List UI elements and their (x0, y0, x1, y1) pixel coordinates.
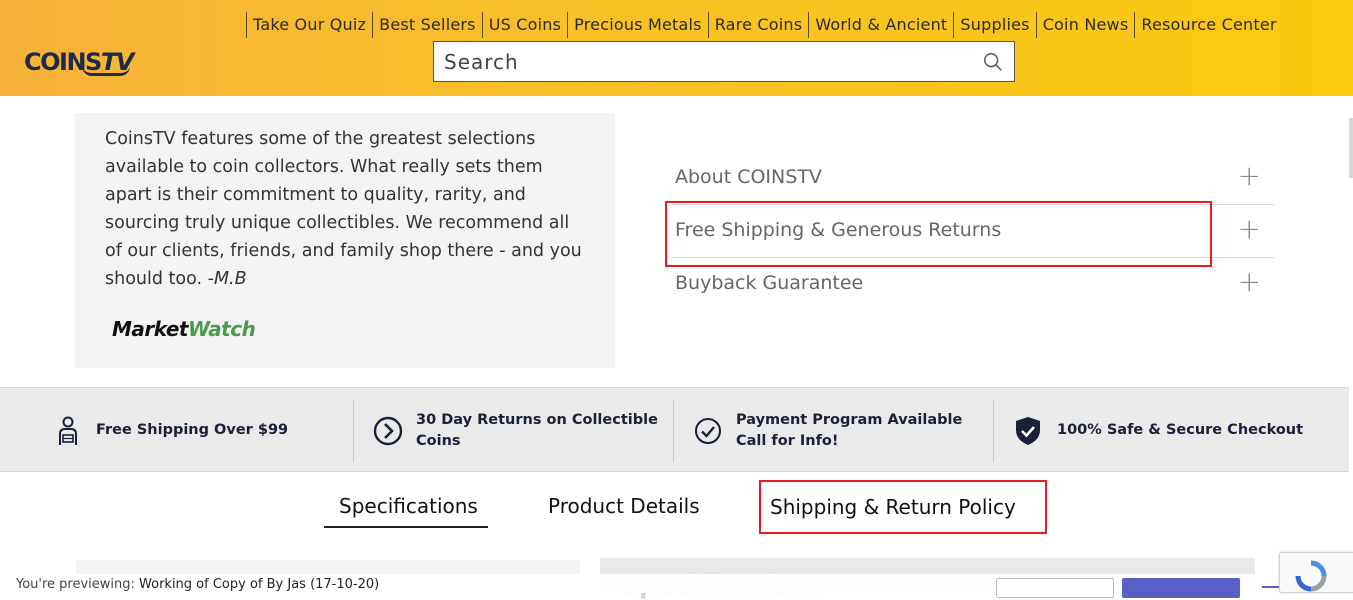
benefit-text: Free Shipping Over $99 (96, 422, 289, 438)
marketwatch-logo: MarketWatch (112, 317, 256, 341)
page-scrollbar[interactable] (1349, 118, 1353, 178)
nav-world-ancient[interactable]: World & Ancient (808, 12, 953, 38)
search-input[interactable] (434, 42, 974, 81)
accordion-label: About COINSTV (675, 166, 822, 188)
nav-coin-news[interactable]: Coin News (1035, 12, 1135, 38)
benefit-payment-program: Payment Program Available Call for Info! (694, 388, 962, 473)
nav-us-coins[interactable]: US Coins (481, 12, 567, 38)
tab-product-details[interactable]: Product Details (548, 494, 700, 518)
plus-icon[interactable]: + (1238, 268, 1261, 296)
benefit-text: 100% Safe & Secure Checkout (1057, 422, 1304, 438)
benefits-bar: Free Shipping Over $99 30 Day Returns on… (0, 387, 1349, 472)
benefit-secure-checkout: 100% Safe & Secure Checkout (1014, 388, 1303, 473)
plus-icon[interactable]: + (1238, 162, 1261, 190)
plus-icon[interactable]: + (1238, 215, 1261, 243)
main-nav: Take Our Quiz Best Sellers US Coins Prec… (246, 12, 1283, 38)
nav-precious-metals[interactable]: Precious Metals (567, 12, 708, 38)
quote-author: -M.B (207, 269, 247, 289)
nav-rare-coins[interactable]: Rare Coins (707, 12, 809, 38)
benefit-returns: 30 Day Returns on Collectible Coins (373, 388, 658, 473)
active-tab-underline (324, 526, 488, 528)
preview-primary-button[interactable] (1122, 578, 1240, 598)
benefit-text: 30 Day Returns on Collectible Coins (416, 411, 658, 449)
nav-best-sellers[interactable]: Best Sellers (372, 12, 482, 38)
recaptcha-icon (1295, 560, 1327, 592)
preview-status: You're previewing: Working of Copy of By… (16, 577, 380, 592)
preview-secondary-button[interactable] (996, 578, 1114, 598)
nav-take-our-quiz[interactable]: Take Our Quiz (246, 12, 372, 38)
nav-supplies[interactable]: Supplies (953, 12, 1035, 38)
shield-check-icon (1016, 416, 1040, 445)
divider (673, 400, 674, 462)
accordion-item-about[interactable]: About COINSTV + (671, 152, 1275, 205)
tab-specifications[interactable]: Specifications (339, 494, 478, 518)
search-icon[interactable] (982, 51, 1004, 73)
site-header: COINSTV Take Our Quiz Best Sellers US Co… (0, 0, 1353, 96)
highlight-box-shipping-tab (759, 480, 1047, 534)
recaptcha-badge[interactable] (1279, 552, 1353, 593)
divider (353, 400, 354, 462)
testimonial-quote: CoinsTV features some of the greatest se… (105, 125, 585, 293)
circle-check-icon (695, 417, 721, 444)
coinstv-logo[interactable]: COINSTV (24, 44, 134, 78)
benefit-free-shipping: Free Shipping Over $99 (52, 388, 288, 473)
divider (993, 400, 994, 462)
accordion-label: Buyback Guarantee (675, 272, 864, 294)
logo-swoosh (82, 66, 130, 76)
highlight-box-shipping (665, 201, 1212, 267)
delivery-person-icon (59, 416, 77, 445)
quote-text: CoinsTV features some of the greatest se… (105, 129, 582, 289)
testimonial-card: CoinsTV features some of the greatest se… (75, 113, 615, 368)
benefit-text: Payment Program Available Call for Info! (736, 411, 963, 449)
nav-resource-center[interactable]: Resource Center (1134, 12, 1282, 38)
circle-chevron-right-icon (373, 416, 403, 445)
search-box (433, 41, 1015, 82)
